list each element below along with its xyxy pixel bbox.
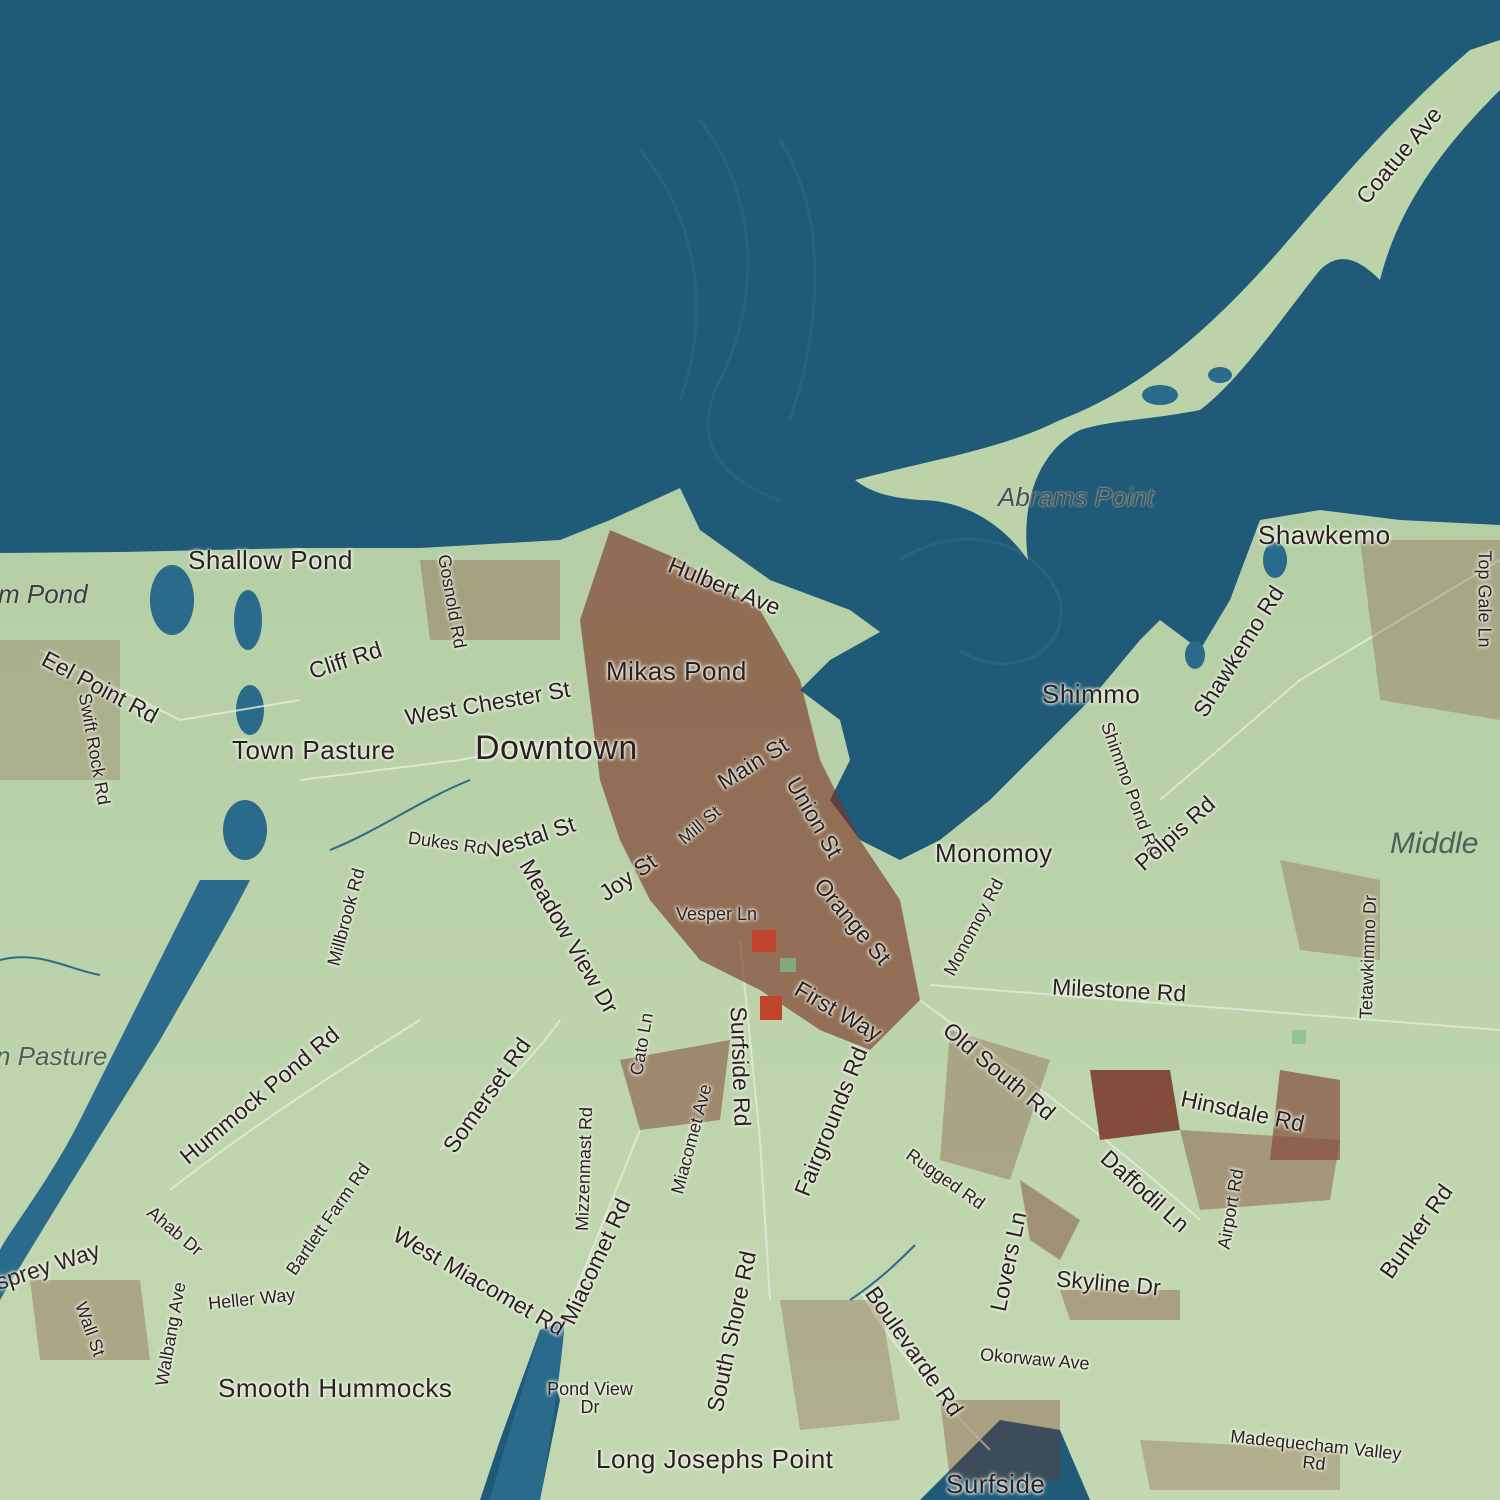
place-smooth-hummocks: Smooth Hummocks	[218, 1373, 453, 1403]
street-vesper-ln: Vesper Ln	[676, 904, 758, 924]
place-shawkemo: Shawkemo	[1258, 520, 1391, 550]
label-middle: Middle	[1390, 827, 1479, 860]
place-downtown: Downtown	[475, 729, 638, 767]
street-tetawkimmo-dr: Tetawkimmo Dr	[1355, 894, 1381, 1020]
place-monomoy: Monomoy	[935, 838, 1053, 868]
place-mikas-pond: Mikas Pond	[606, 656, 747, 686]
street-pond-view-dr: Pond View Dr	[547, 1379, 633, 1417]
street-surfside-rd: Surfside Rd	[725, 1005, 756, 1127]
place-shallow-pond: Shallow Pond	[188, 545, 353, 575]
street-mizzenmast-rd: Mizzenmast Rd	[571, 1106, 597, 1232]
label-pond-left: m Pond	[0, 579, 88, 609]
street-top-gale-ln: Top Gale Ln	[1474, 550, 1495, 648]
place-town-pasture: Town Pasture	[232, 735, 396, 765]
place-shimmo: Shimmo	[1042, 679, 1141, 709]
place-long-josephs-point: Long Josephs Point	[596, 1444, 834, 1474]
place-surfside: Surfside	[946, 1469, 1046, 1499]
map-canvas[interactable]: Shallow Pond Mikas Pond Town Pasture Dow…	[0, 0, 1500, 1500]
label-pasture-left: n Pasture	[0, 1041, 108, 1071]
label-abrams-point: Abrams Point	[998, 482, 1155, 512]
